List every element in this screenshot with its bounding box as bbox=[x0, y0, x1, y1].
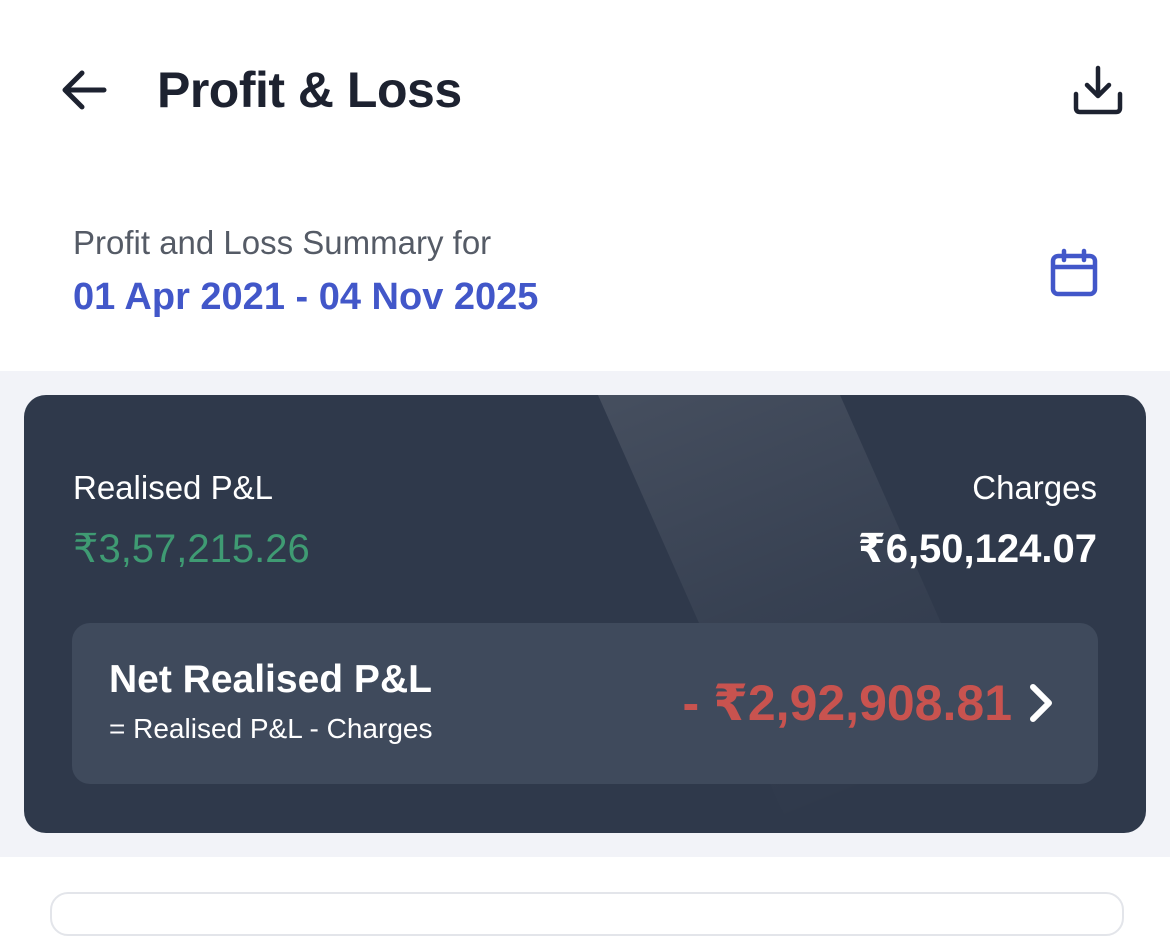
net-pnl-formula: = Realised P&L - Charges bbox=[109, 713, 433, 744]
download-button[interactable] bbox=[1066, 58, 1130, 122]
calendar-icon bbox=[1050, 248, 1098, 297]
calendar-button[interactable] bbox=[1044, 243, 1104, 303]
summary-label: Profit and Loss Summary for bbox=[73, 224, 492, 261]
realised-pnl-label: Realised P&L bbox=[73, 469, 273, 506]
net-realised-pnl-value: - ₹2,92,908.81 bbox=[682, 675, 1012, 731]
chevron-right-icon bbox=[1020, 681, 1060, 725]
realised-pnl-value: ₹3,57,215.26 bbox=[73, 527, 310, 571]
charges-value: ₹6,50,124.07 bbox=[857, 527, 1097, 571]
charges-label: Charges bbox=[972, 469, 1097, 506]
pnl-summary-card: Realised P&L ₹3,57,215.26 Charges ₹6,50,… bbox=[24, 395, 1146, 833]
net-realised-pnl-row[interactable]: Net Realised P&L = Realised P&L - Charge… bbox=[72, 623, 1098, 784]
back-button[interactable] bbox=[52, 58, 116, 122]
net-realised-pnl-label: Net Realised P&L bbox=[109, 658, 432, 701]
arrow-left-icon bbox=[62, 70, 107, 110]
date-range[interactable]: 01 Apr 2021 - 04 Nov 2025 bbox=[73, 274, 538, 320]
app-header: Profit & Loss bbox=[0, 0, 1170, 180]
next-card-peek bbox=[50, 892, 1124, 936]
page-title: Profit & Loss bbox=[157, 62, 462, 118]
download-icon bbox=[1073, 65, 1123, 115]
